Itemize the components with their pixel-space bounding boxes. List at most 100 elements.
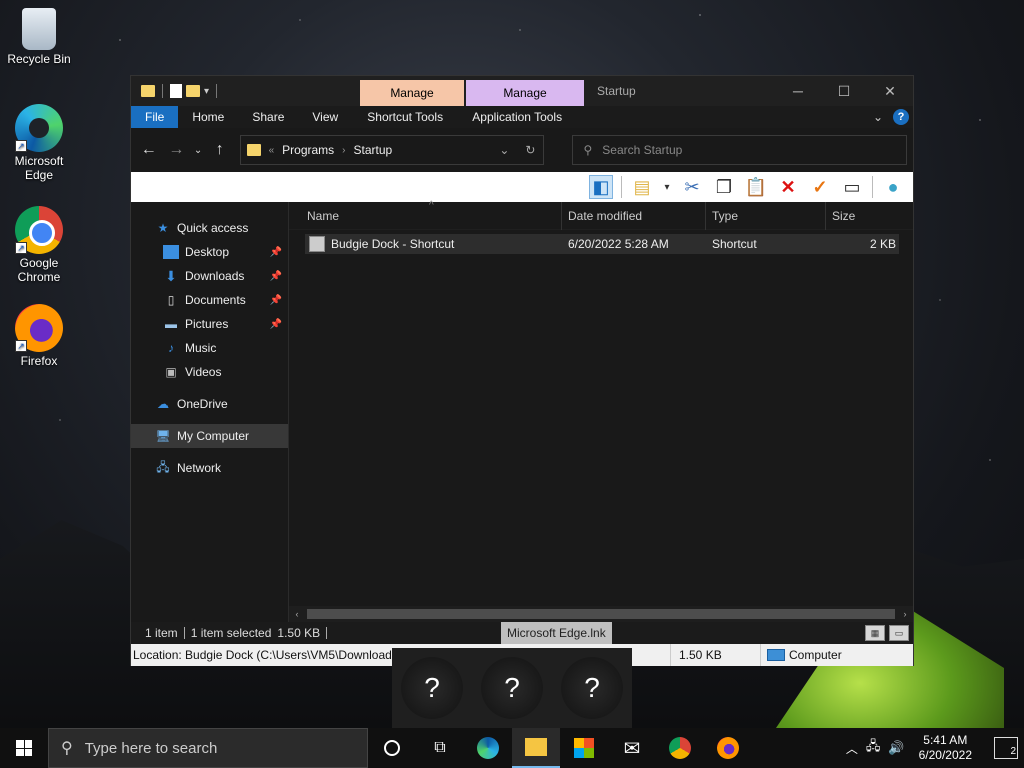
pin-icon[interactable]: 📌	[270, 271, 282, 282]
tab-share[interactable]: Share	[238, 106, 298, 128]
checkmark-icon[interactable]: ✓	[808, 175, 832, 199]
desktop-icon-firefox[interactable]: ↗ Firefox	[4, 304, 74, 368]
sidebar-item-downloads[interactable]: ⬇ Downloads 📌	[131, 264, 288, 288]
edge-icon	[477, 737, 499, 759]
details-view-icon[interactable]: ▦	[865, 625, 885, 641]
file-date: 6/20/2022 5:28 AM	[568, 237, 669, 251]
pin-icon[interactable]: 📌	[270, 295, 282, 306]
tab-application-tools[interactable]: Application Tools	[458, 106, 576, 128]
view-dropdown-icon[interactable]: ▾	[662, 175, 672, 199]
sidebar-item-videos[interactable]: ▣ Videos	[131, 360, 288, 384]
address-dropdown-icon[interactable]: ⌄	[499, 143, 509, 157]
music-icon: ♪	[168, 341, 174, 355]
address-row: ← → ⌄ ↑ « Programs › Startup ⌄ ↻ ⚲ Searc…	[131, 128, 913, 172]
globe-icon[interactable]: ●	[881, 175, 905, 199]
paste-icon[interactable]: 📋	[744, 175, 768, 199]
network-icon: 🖧	[156, 459, 170, 474]
properties-icon[interactable]	[170, 84, 182, 98]
cortana-button[interactable]	[368, 728, 416, 768]
sidebar-item-label: Music	[185, 341, 217, 355]
sidebar-item-documents[interactable]: ▯ Documents 📌	[131, 288, 288, 312]
address-bar[interactable]: « Programs › Startup ⌄ ↻	[239, 135, 545, 165]
column-header-size[interactable]: Size	[826, 202, 906, 230]
task-view-button[interactable]: ⧉	[416, 728, 464, 768]
recent-locations-icon[interactable]: ⌄	[192, 138, 204, 162]
refresh-icon[interactable]: ↻	[525, 143, 535, 157]
tab-manage-application[interactable]: Manage	[466, 80, 584, 106]
sidebar-item-onedrive[interactable]: ☁ OneDrive	[131, 392, 288, 416]
explorer-window: ▾ Manage Manage Startup ─ ☐ ✕ File Home …	[130, 75, 914, 666]
sidebar-item-quick-access[interactable]: ★ Quick access	[131, 216, 288, 240]
preview-pane-icon[interactable]: ◧	[589, 175, 613, 199]
clock[interactable]: 5:41 AM 6/20/2022	[919, 733, 972, 763]
tab-manage-shortcut[interactable]: Manage	[360, 80, 464, 106]
customize-qat-icon[interactable]: ▾	[204, 86, 209, 97]
horizontal-scrollbar[interactable]: ‹ ›	[289, 606, 913, 622]
expand-ribbon-icon[interactable]: ⌄	[873, 110, 883, 124]
cortana-icon	[384, 740, 400, 756]
tab-file[interactable]: File	[131, 106, 179, 128]
minimize-button[interactable]: ─	[775, 76, 821, 106]
scroll-left-icon[interactable]: ‹	[289, 609, 305, 619]
column-header-date[interactable]: Date modified	[562, 201, 706, 230]
notification-button[interactable]: 2	[994, 737, 1018, 759]
edge-icon: ↗	[15, 104, 63, 152]
chevron-up-icon[interactable]: ︿	[846, 740, 858, 757]
delete-icon[interactable]: ✕	[776, 175, 800, 199]
desktop-icon-chrome[interactable]: ↗ Google Chrome	[4, 206, 74, 284]
maximize-button[interactable]: ☐	[821, 76, 867, 106]
thumbnail-item[interactable]: ?	[401, 657, 463, 719]
copy-icon[interactable]: ❐	[712, 175, 736, 199]
pin-icon[interactable]: 📌	[270, 319, 282, 330]
title-bar[interactable]: ▾ Manage Manage Startup ─ ☐ ✕	[131, 76, 913, 106]
window-title: Startup	[597, 84, 636, 98]
sidebar-item-my-computer[interactable]: 🖥 My Computer	[131, 424, 288, 448]
tab-view[interactable]: View	[298, 106, 352, 128]
search-input[interactable]: ⚲ Search Startup	[572, 135, 908, 165]
desktop-icon-edge[interactable]: ↗ Microsoft Edge	[4, 104, 74, 182]
desktop-icon-label: Microsoft Edge	[14, 154, 64, 182]
desktop-icon-recycle-bin[interactable]: Recycle Bin	[4, 8, 74, 66]
sidebar-item-label: OneDrive	[177, 397, 228, 411]
column-header-type[interactable]: Type	[706, 201, 826, 230]
taskbar-mail[interactable]: ✉	[608, 728, 656, 768]
up-button[interactable]: ↑	[208, 138, 232, 162]
scroll-right-icon[interactable]: ›	[897, 609, 913, 619]
taskbar-file-explorer[interactable]	[512, 728, 560, 768]
taskbar-edge[interactable]	[464, 728, 512, 768]
sidebar-item-pictures[interactable]: ▬ Pictures 📌	[131, 312, 288, 336]
breadcrumb-overflow[interactable]: «	[269, 145, 275, 156]
sidebar-item-network[interactable]: 🖧 Network	[131, 456, 288, 480]
help-icon[interactable]: ?	[893, 109, 909, 125]
thumbnail-item[interactable]: ?	[561, 657, 623, 719]
forward-button[interactable]: →	[165, 138, 189, 162]
pin-icon[interactable]: 📌	[270, 247, 282, 258]
thumbnail-item[interactable]: ?	[481, 657, 543, 719]
volume-icon[interactable]: 🔊	[888, 740, 904, 756]
rename-icon[interactable]: ▭	[840, 175, 864, 199]
view-menu-icon[interactable]: ▤	[630, 175, 654, 199]
taskbar-firefox[interactable]	[704, 728, 752, 768]
folder-icon[interactable]	[141, 85, 155, 97]
sidebar-item-music[interactable]: ♪ Music	[131, 336, 288, 360]
cut-icon[interactable]: ✂	[680, 175, 704, 199]
taskbar-chrome[interactable]	[656, 728, 704, 768]
back-button[interactable]: ←	[137, 138, 161, 162]
sidebar-item-desktop[interactable]: Desktop 📌	[131, 240, 288, 264]
column-header-name[interactable]: Name	[289, 201, 562, 230]
taskbar-search-input[interactable]: ⚲ Type here to search	[48, 728, 368, 768]
start-button[interactable]	[0, 728, 48, 768]
large-icons-view-icon[interactable]: ▭	[889, 625, 909, 641]
tab-home[interactable]: Home	[178, 106, 238, 128]
breadcrumb-startup[interactable]: Startup	[354, 143, 393, 157]
new-folder-icon[interactable]	[186, 85, 200, 97]
tab-shortcut-tools[interactable]: Shortcut Tools	[352, 106, 458, 128]
close-button[interactable]: ✕	[867, 76, 913, 106]
table-row[interactable]: Budgie Dock - Shortcut 6/20/2022 5:28 AM…	[305, 234, 899, 254]
sidebar-item-label: Downloads	[185, 269, 245, 283]
breadcrumb-programs[interactable]: Programs	[282, 143, 334, 157]
taskbar-store[interactable]	[560, 728, 608, 768]
network-icon[interactable]: 🖧	[866, 737, 881, 759]
file-name: Budgie Dock - Shortcut	[331, 237, 455, 251]
scrollbar-thumb[interactable]	[307, 609, 895, 619]
